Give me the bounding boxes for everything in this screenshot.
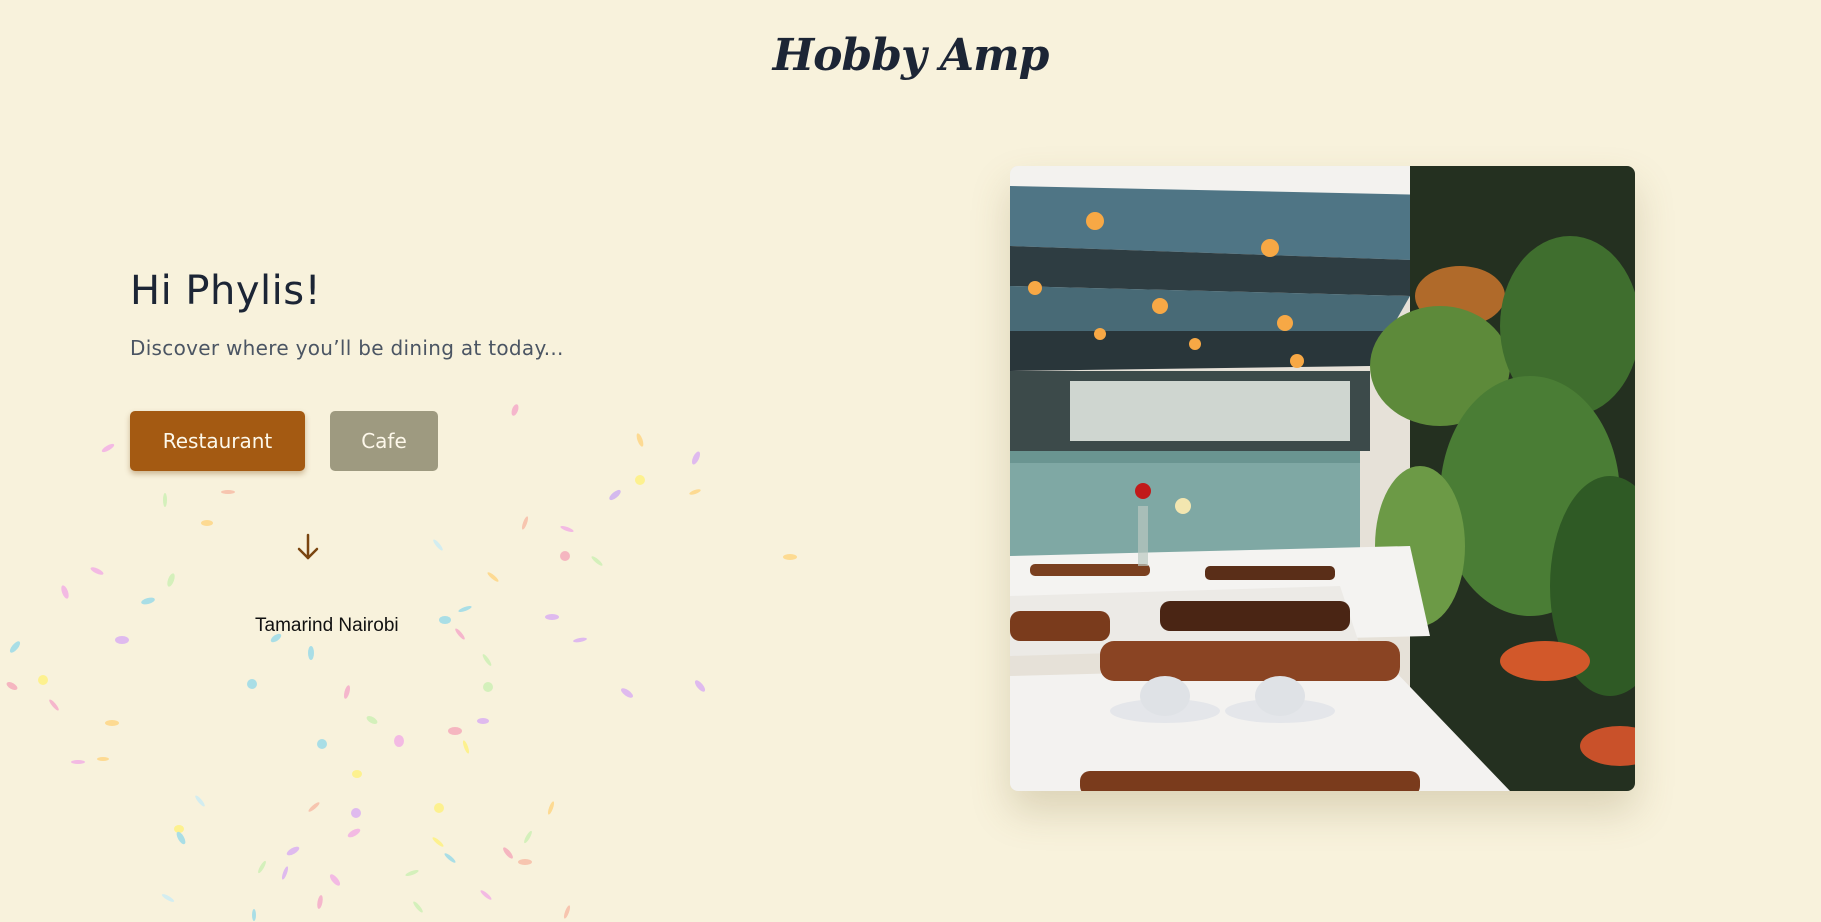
hero-text: Hi Phylis! Discover where you’ll be dini… — [130, 268, 564, 360]
arrow-down-icon — [297, 533, 319, 560]
subtitle: Discover where you’ll be dining at today… — [130, 336, 564, 360]
restaurant-button[interactable]: Restaurant — [130, 411, 305, 471]
page: Hobby Amp Hi Phylis! Discover where you’… — [0, 0, 1821, 922]
result-place-name: Tamarind Nairobi — [255, 615, 399, 636]
greeting-heading: Hi Phylis! — [130, 268, 322, 314]
cafe-button[interactable]: Cafe — [330, 411, 438, 471]
category-buttons: Restaurant Cafe — [130, 411, 438, 471]
restaurant-photo — [1010, 166, 1635, 791]
brand-logo[interactable]: Hobby Amp — [0, 30, 1821, 81]
